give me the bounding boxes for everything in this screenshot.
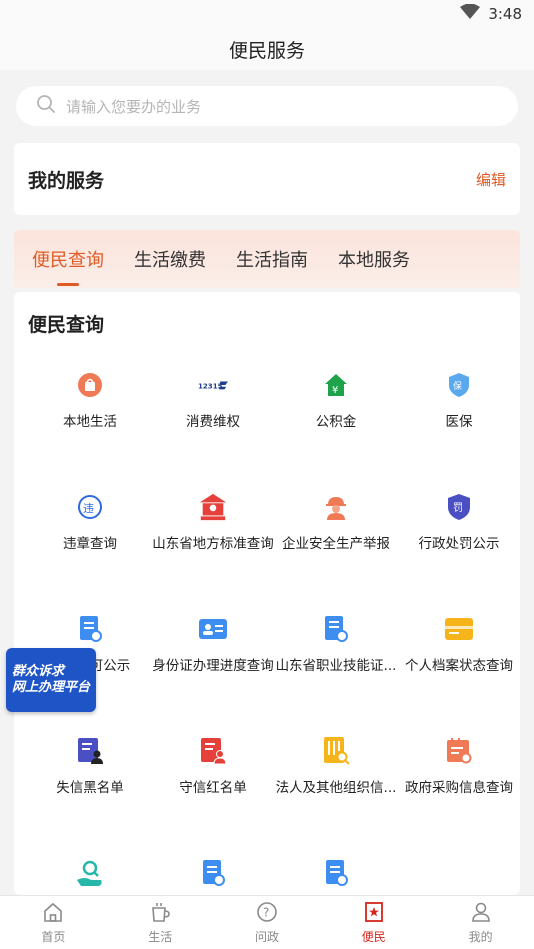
service-document-certificate-2[interactable] [273, 858, 399, 895]
home-icon [42, 901, 64, 926]
document-certificate-icon [321, 858, 351, 888]
building-icon [198, 492, 228, 522]
page-title: 便民服务 [228, 39, 305, 62]
service-label: 政府采购信息查询 [405, 780, 513, 796]
status-bar: 3:48 [0, 0, 534, 28]
service-administrative-penalty[interactable]: 罚 行政处罚公示 [396, 492, 520, 582]
document-certificate-icon [75, 614, 105, 644]
document-certificate-icon [198, 858, 228, 888]
house-yen-icon: ¥ [321, 370, 351, 400]
service-honest-redlist[interactable]: 守信红名单 [150, 736, 276, 826]
person-icon [470, 901, 492, 926]
worker-helmet-icon [321, 492, 351, 522]
badge-line-2: 网上办理平台 [12, 680, 91, 695]
service-id-card-progress[interactable]: 身份证办理进度查询 [150, 614, 276, 704]
badge-line-1: 群众诉求 [12, 664, 65, 679]
svg-text:¥: ¥ [332, 385, 338, 396]
service-hand-search[interactable] [27, 858, 153, 895]
tab-bill-payment[interactable]: 生活缴费 [134, 246, 206, 272]
nav-label: 问政 [254, 929, 279, 944]
penalty-shield-icon: 罚 [444, 492, 474, 522]
service-label: 身份证办理进度查询 [152, 658, 274, 674]
nav-label: 便民 [361, 929, 386, 944]
id-card-icon [198, 614, 228, 644]
tab-convenience-query[interactable]: 便民查询 [32, 246, 104, 272]
my-services-title: 我的服务 [28, 169, 105, 192]
tab-life-guide[interactable]: 生活指南 [236, 246, 308, 272]
service-safety-report[interactable]: 企业安全生产举报 [273, 492, 399, 582]
service-dishonest-blacklist[interactable]: 失信黑名单 [27, 736, 153, 826]
insurance-shield-icon: 保 [444, 370, 474, 400]
service-housing-fund[interactable]: ¥ 公积金 [273, 370, 399, 460]
convenience-query-section: 便民查询 本地生活 12315 消费维权 ¥ 公积金 保 医保 违 违章查询 山… [14, 292, 520, 895]
svg-text:罚: 罚 [453, 502, 463, 514]
service-label: 守信红名单 [179, 780, 247, 796]
nav-convenience[interactable]: 便民 [320, 896, 427, 949]
violation-icon: 违 [75, 492, 105, 522]
service-label: 本地生活 [63, 414, 117, 430]
public-appeal-floating-button[interactable]: 群众诉求 网上办理平台 [6, 648, 96, 712]
service-label: 法人及其他组织信... [275, 780, 397, 796]
status-time: 3:48 [488, 5, 522, 23]
search-input[interactable]: 请输入您要办的业务 [16, 86, 518, 126]
service-label: 消费维权 [186, 414, 240, 430]
cup-icon [149, 901, 171, 926]
service-label: 违章查询 [63, 536, 117, 552]
search-icon [36, 94, 56, 118]
service-label: 山东省职业技能证... [275, 658, 397, 674]
svg-text:违: 违 [83, 502, 94, 515]
service-consumer-rights[interactable]: 12315 消费维权 [150, 370, 276, 460]
service-label: 山东省地方标准查询 [152, 536, 274, 552]
service-personal-archive[interactable]: 个人档案状态查询 [396, 614, 520, 704]
service-local-life[interactable]: 本地生活 [27, 370, 153, 460]
bottom-navigation: 首页 生活 ? 问政 便民 我的 [0, 895, 534, 949]
service-medical-insurance[interactable]: 保 医保 [396, 370, 520, 460]
svg-text:12315: 12315 [198, 382, 223, 391]
service-label: 行政处罚公示 [418, 536, 500, 552]
12315-icon: 12315 [198, 370, 228, 400]
service-label: 个人档案状态查询 [405, 658, 513, 674]
service-label: 企业安全生产举报 [282, 536, 390, 552]
nav-politics-questions[interactable]: ? 问政 [214, 896, 321, 949]
service-document-certificate[interactable] [150, 858, 276, 895]
svg-text:保: 保 [453, 380, 462, 392]
organization-search-icon [321, 736, 351, 766]
star-flag-icon [363, 901, 385, 926]
service-skill-certificate[interactable]: 山东省职业技能证... [273, 614, 399, 704]
archive-folder-icon [444, 614, 474, 644]
procurement-calendar-icon [444, 736, 474, 766]
shopping-basket-icon [75, 370, 105, 400]
redlist-icon [198, 736, 228, 766]
skill-certificate-icon [321, 614, 351, 644]
edit-button[interactable]: 编辑 [476, 169, 506, 190]
search-placeholder: 请输入您要办的业务 [66, 97, 202, 116]
service-label: 公积金 [315, 414, 357, 430]
svg-text:?: ? [263, 905, 269, 919]
nav-label: 首页 [41, 929, 66, 944]
question-icon: ? [256, 901, 278, 926]
blacklist-icon [75, 736, 105, 766]
tab-local-services[interactable]: 本地服务 [338, 246, 410, 272]
service-government-procurement[interactable]: 政府采购信息查询 [396, 736, 520, 826]
section-title: 便民查询 [28, 314, 105, 336]
service-organization-info[interactable]: 法人及其他组织信... [273, 736, 399, 826]
service-shandong-standards[interactable]: 山东省地方标准查询 [150, 492, 276, 582]
service-label: 失信黑名单 [56, 780, 124, 796]
wifi-icon [460, 3, 481, 24]
hand-search-icon [75, 858, 105, 888]
nav-life[interactable]: 生活 [107, 896, 214, 949]
page-title-bar: 便民服务 [0, 28, 534, 70]
my-services-card: 我的服务 编辑 [14, 143, 520, 215]
nav-mine[interactable]: 我的 [427, 896, 534, 949]
nav-label: 生活 [148, 929, 173, 944]
nav-home[interactable]: 首页 [0, 896, 107, 949]
service-label: 医保 [445, 414, 473, 430]
category-tabs: 便民查询 生活缴费 生活指南 本地服务 [14, 230, 520, 288]
service-violation-query[interactable]: 违 违章查询 [27, 492, 153, 582]
nav-label: 我的 [468, 929, 493, 944]
